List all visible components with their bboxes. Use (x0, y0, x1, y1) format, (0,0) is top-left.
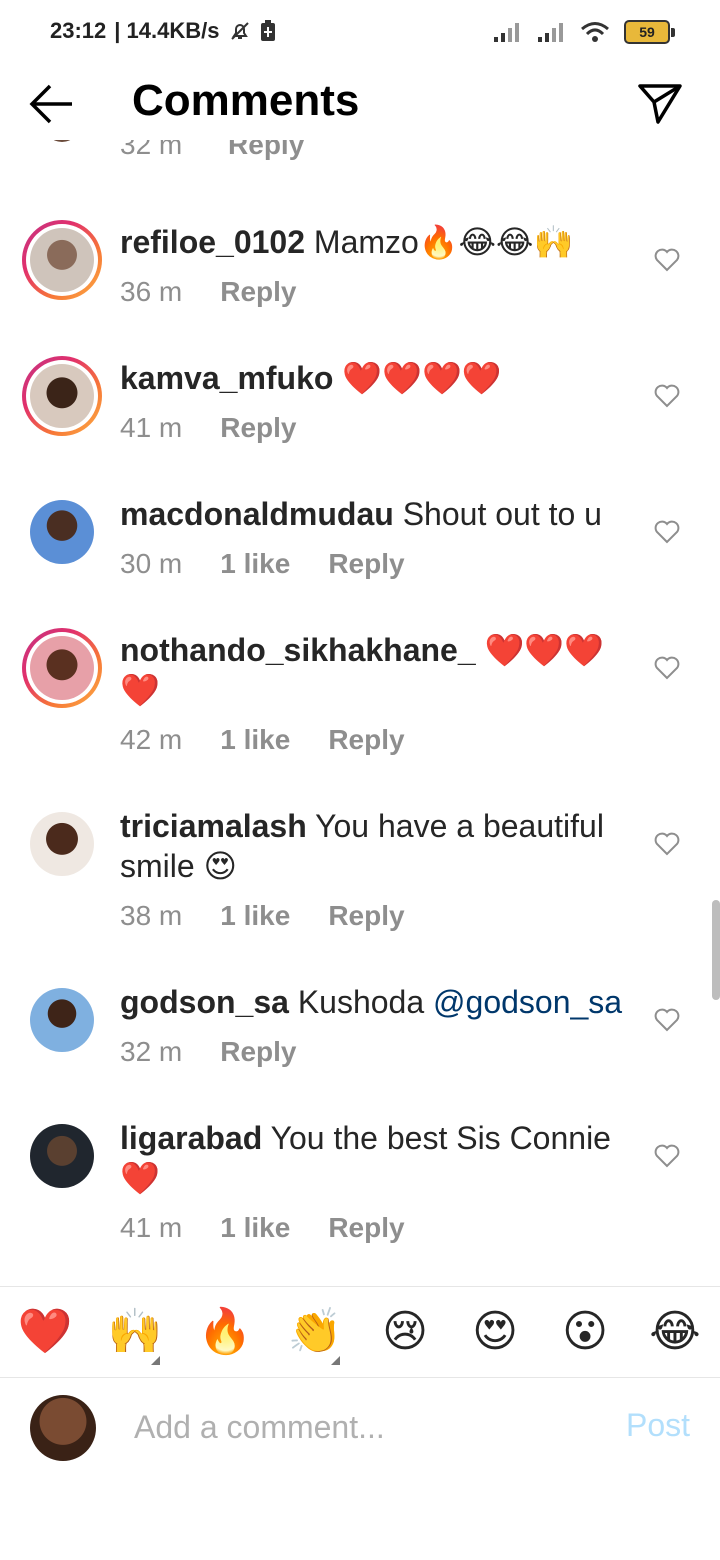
avatar (44, 140, 80, 142)
emoji-raised-hands-button[interactable]: 🙌 (90, 1287, 180, 1377)
comment-username[interactable]: triciamalash (120, 808, 307, 844)
emoji-quick-bar: ❤️ 🙌 🔥 👏 😢 😍 😮 😂 (0, 1286, 720, 1378)
comment-username[interactable]: refiloe_0102 (120, 224, 305, 260)
send-icon[interactable] (636, 80, 684, 126)
comment-meta: 41 m Reply (120, 412, 297, 444)
comment-body: Mamzo🔥😂😂🙌 (305, 224, 574, 260)
comment-composer: Post (0, 1377, 720, 1477)
comment-timestamp: 30 m (120, 548, 183, 579)
emoji-surprised-button[interactable]: 😮 (540, 1287, 630, 1377)
reply-button[interactable]: Reply (220, 276, 296, 308)
comment-body: ❤️❤️❤️❤️ (333, 360, 502, 396)
skin-tone-indicator-icon (151, 1356, 160, 1365)
comment-text: godson_sa Kushoda @godson_sa (120, 982, 660, 1022)
avatar[interactable] (22, 628, 102, 708)
comment-text: ligarabad You the best Sis Connie ❤️ (120, 1118, 640, 1198)
comment-body: Shout out to u (393, 496, 602, 532)
mute-bell-icon (230, 22, 249, 40)
avatar[interactable] (22, 980, 102, 1060)
wifi-icon (581, 22, 609, 42)
emoji-fire-button[interactable]: 🔥 (180, 1287, 270, 1377)
heart-icon[interactable] (654, 520, 680, 544)
reply-button[interactable]: Reply (220, 412, 296, 444)
status-bar: 23:12 | 14.4KB/s 59 (0, 0, 720, 64)
reply-button[interactable]: Reply (328, 1212, 404, 1244)
reply-button[interactable]: Reply (328, 900, 404, 932)
comment-username[interactable]: godson_sa (120, 984, 289, 1020)
heart-icon[interactable] (654, 1144, 680, 1168)
reply-button[interactable]: Reply (328, 724, 404, 756)
comment-username[interactable]: ligarabad (120, 1120, 262, 1156)
emoji-laughing-button[interactable]: 😂 (630, 1287, 720, 1377)
page-title: Comments (132, 76, 360, 125)
comment-meta: 41 m 1 like Reply (120, 1212, 405, 1244)
comment-text: macdonaldmudau Shout out to u (120, 494, 640, 534)
skin-tone-indicator-icon (331, 1356, 340, 1365)
heart-icon[interactable] (654, 248, 680, 272)
comment-meta: 38 m 1 like Reply (120, 900, 405, 932)
comment-timestamp: 32 m (120, 1036, 183, 1067)
emoji-crying-button[interactable]: 😢 (360, 1287, 450, 1377)
comments-list[interactable]: 32 m Reply refiloe_0102 Mamzo🔥😂😂🙌 36 m R… (0, 140, 720, 1286)
mention-link[interactable]: @godson_sa (433, 984, 622, 1020)
comment-username[interactable]: nothando_sikhakhane_ (120, 632, 476, 668)
comment-likes[interactable]: 1 like (220, 1212, 290, 1244)
status-net-speed: | 14.4KB/s (114, 18, 220, 43)
comment-meta: 30 m 1 like Reply (120, 548, 405, 580)
comment-meta: 36 m Reply (120, 276, 297, 308)
avatar (30, 1395, 96, 1461)
heart-icon[interactable] (654, 832, 680, 856)
comment-username[interactable]: macdonaldmudau (120, 496, 394, 532)
heart-icon[interactable] (654, 384, 680, 408)
comment-likes[interactable]: 1 like (220, 900, 290, 932)
partial-comment-meta: 32 m Reply (120, 140, 304, 164)
comment-text: triciamalash You have a beautiful smile … (120, 806, 640, 886)
avatar[interactable] (22, 492, 102, 572)
emoji-clap-button[interactable]: 👏 (270, 1287, 360, 1377)
battery-saver-icon (260, 20, 275, 41)
comment-body: Kushoda (288, 984, 434, 1020)
comment-timestamp: 41 m (120, 1212, 183, 1243)
comment-text: refiloe_0102 Mamzo🔥😂😂🙌 (120, 222, 640, 262)
signal-icon (494, 23, 519, 42)
scrollbar[interactable] (712, 900, 720, 1000)
emoji-heart-eyes-button[interactable]: 😍 (450, 1287, 540, 1377)
header: Comments (0, 64, 720, 144)
avatar[interactable] (22, 220, 102, 300)
battery-icon: 59 (624, 20, 675, 44)
emoji-heart-button[interactable]: ❤️ (0, 1287, 90, 1377)
comment-timestamp: 36 m (120, 276, 183, 307)
comment-timestamp: 41 m (120, 412, 183, 443)
comment-username[interactable]: kamva_mfuko (120, 360, 333, 396)
comment-meta: 32 m Reply (120, 1036, 297, 1068)
comment-text: kamva_mfuko ❤️❤️❤️❤️ (120, 358, 640, 398)
reply-button[interactable]: Reply (220, 1036, 296, 1068)
comment-likes[interactable]: 1 like (220, 724, 290, 756)
signal-icon-2 (538, 23, 563, 42)
comment-timestamp: 38 m (120, 900, 183, 931)
reply-button[interactable]: Reply (328, 548, 404, 580)
comment-timestamp: 42 m (120, 724, 183, 755)
reply-button[interactable]: Reply (228, 140, 304, 160)
comment-meta: 42 m 1 like Reply (120, 724, 405, 756)
post-button[interactable]: Post (626, 1407, 690, 1444)
status-time: 23:12 (50, 18, 107, 43)
back-arrow-icon[interactable] (28, 82, 76, 126)
avatar[interactable] (22, 804, 102, 884)
comment-likes[interactable]: 1 like (220, 548, 290, 580)
comment-text: nothando_sikhakhane_ ❤️❤️❤️❤️ (120, 630, 620, 710)
avatar[interactable] (22, 1116, 102, 1196)
heart-icon[interactable] (654, 1008, 680, 1032)
heart-icon[interactable] (654, 656, 680, 680)
comment-input[interactable] (132, 1401, 566, 1453)
avatar[interactable] (22, 356, 102, 436)
